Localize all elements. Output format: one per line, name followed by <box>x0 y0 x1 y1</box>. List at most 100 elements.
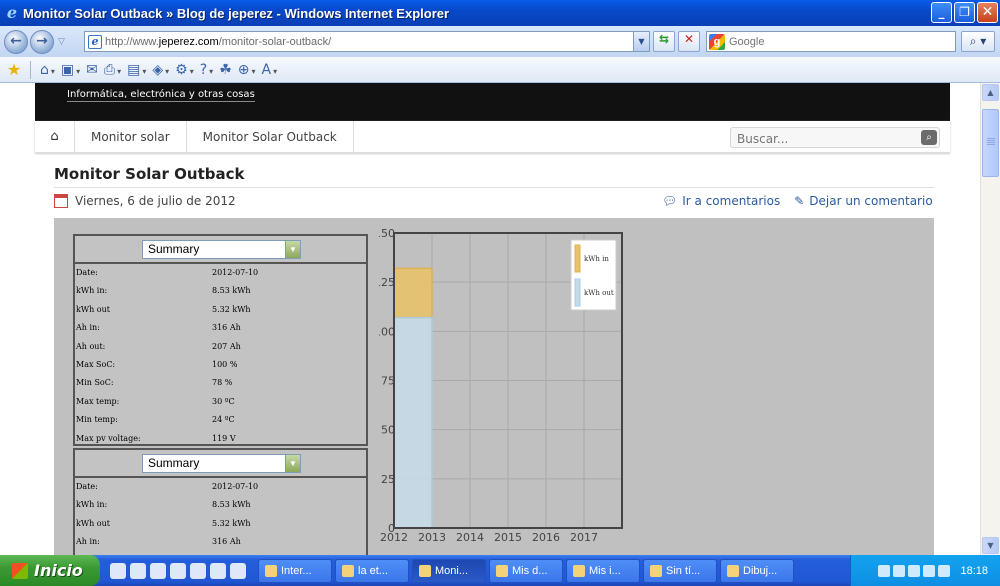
quick-launch-icon[interactable] <box>110 562 126 579</box>
quick-launch-icon[interactable] <box>190 562 206 579</box>
separator <box>30 60 31 79</box>
taskbar-task-button[interactable]: Inter... <box>258 558 332 583</box>
search-icon[interactable]: ⌕ <box>921 130 937 145</box>
breadcrumb-item-monitor-solar-outback[interactable]: Monitor Solar Outback <box>187 120 354 153</box>
taskbar-task-button[interactable]: la et... <box>335 558 409 583</box>
web-page-viewport[interactable]: Informática, electrónica y otras cosas ⌂… <box>0 83 980 555</box>
quick-launch-icon[interactable] <box>150 562 166 579</box>
windows-flag-icon <box>12 562 28 579</box>
chevron-down-icon[interactable]: ▼ <box>285 241 300 258</box>
leave-comment-link[interactable]: ✎ Dejar un comentario <box>794 194 932 208</box>
taskbar-task-button[interactable]: Mis d... <box>489 558 563 583</box>
summary-value: 78 % <box>212 378 233 388</box>
tray-icon[interactable] <box>938 564 951 577</box>
home-icon[interactable]: ⌂ <box>35 120 75 153</box>
summary-row: Max SoC: 100 % <box>75 356 366 374</box>
breadcrumb-item-monitor-solar[interactable]: Monitor solar <box>75 120 187 153</box>
app-icon <box>727 564 739 577</box>
summary-key: Date: <box>76 268 98 277</box>
x-tick-label: 2017 <box>570 531 598 544</box>
google-logo-icon: g <box>709 33 725 50</box>
chevron-down-icon[interactable]: ▼ <box>285 455 300 472</box>
tray-icon[interactable] <box>893 564 906 577</box>
scroll-down-icon[interactable]: ▼ <box>982 537 999 554</box>
feeds-icon[interactable]: ▣ ▾ <box>61 62 80 78</box>
taskbar-task-button[interactable]: Mis i... <box>566 558 640 583</box>
start-button[interactable]: Inicio <box>0 555 100 586</box>
tray-icon[interactable] <box>878 564 891 577</box>
mail-icon[interactable]: ✉ <box>86 62 98 78</box>
go-to-comments-link[interactable]: 💬︎ Ir a comentarios <box>662 194 780 208</box>
taskbar-task-button[interactable]: Moni... <box>412 558 486 583</box>
tools-gear-icon[interactable]: ⚙ ▾ <box>175 62 194 78</box>
maximize-button[interactable]: ❐ <box>954 2 975 23</box>
tray-icon[interactable] <box>908 564 921 577</box>
quick-launch-icon[interactable] <box>170 562 186 579</box>
address-bar[interactable]: e http://www.jeperez.com/monitor-solar-o… <box>84 31 650 52</box>
add-comment-icon: ✎ <box>794 194 805 208</box>
refresh-button[interactable]: ⇆ <box>653 31 675 52</box>
site-search-input[interactable] <box>731 129 911 149</box>
quick-launch-icon[interactable] <box>210 562 226 579</box>
google-search-box[interactable]: g <box>706 31 956 52</box>
legend-swatch <box>574 278 581 307</box>
favorites-star-icon[interactable]: ★ <box>4 60 24 79</box>
summary-value: 8.53 kWh <box>212 286 251 296</box>
forward-button[interactable]: → <box>30 29 54 54</box>
tray-icon[interactable] <box>923 564 936 577</box>
summary-row: Ah in: 316 Ah <box>75 533 366 551</box>
y-tick-label: 25 <box>381 473 395 486</box>
taskbar-task-button[interactable]: Dibuj... <box>720 558 794 583</box>
url-text[interactable]: http://www.jeperez.com/monitor-solar-out… <box>105 36 331 48</box>
help-icon[interactable]: ? ▾ <box>200 62 213 78</box>
chart-svg: 0255075100125150201220132014201520162017… <box>374 227 623 544</box>
zoom-icon[interactable]: ⊕ ▾ <box>238 62 256 78</box>
summary-select[interactable]: Summary ▼ <box>142 240 301 259</box>
minimize-button[interactable]: _ <box>931 2 952 23</box>
quick-launch-icon[interactable] <box>130 562 146 579</box>
summary-row: Max pv voltage: 119 V <box>75 430 366 448</box>
summary-value: 316 Ah <box>212 323 241 333</box>
translate-icon[interactable]: A ▾ <box>262 62 278 78</box>
safety-icon[interactable]: ◈ ▾ <box>152 62 169 78</box>
summary-key: Ah out: <box>76 341 106 351</box>
taskbar-task-button[interactable]: Sin tí... <box>643 558 717 583</box>
summary-row: kWh in: 8.53 kWh <box>75 282 366 300</box>
quick-launch-icon[interactable] <box>230 562 246 579</box>
scroll-up-icon[interactable]: ▲ <box>982 84 999 101</box>
title-bar: e Monitor Solar Outback » Blog de jepere… <box>0 0 1000 26</box>
summary-key: Min SoC: <box>76 378 114 388</box>
legend-label: kWh out <box>584 289 614 297</box>
close-button[interactable]: ✕ <box>977 2 998 23</box>
clock: 18:18 <box>960 564 988 577</box>
summary-select[interactable]: Summary ▼ <box>142 454 301 473</box>
task-label: Inter... <box>281 564 312 577</box>
calendar-icon <box>54 194 68 208</box>
app-icon <box>650 564 662 577</box>
app-icon <box>573 564 585 577</box>
back-button[interactable]: ← <box>4 29 28 54</box>
home-icon[interactable]: ⌂ ▾ <box>40 62 55 78</box>
x-tick-label: 2012 <box>380 531 408 544</box>
scroll-thumb[interactable] <box>982 109 999 177</box>
search-go-button[interactable]: ⌕ ▾ <box>961 31 995 52</box>
summary-row: Ah in: 316 Ah <box>75 319 366 337</box>
y-tick-label: 50 <box>381 424 395 437</box>
task-buttons: Inter... la et... Moni... Mis d... Mis i... S… <box>258 558 794 583</box>
page-menu-icon[interactable]: ▤ ▾ <box>127 62 146 78</box>
y-tick-label: 150 <box>379 227 395 240</box>
history-dropdown-icon[interactable]: ▽ <box>58 37 65 47</box>
summary-value: 119 V <box>212 433 236 443</box>
research-icon[interactable]: ☘ <box>219 62 232 78</box>
vertical-scrollbar[interactable]: ▲ ▼ <box>980 83 1000 555</box>
app-icon <box>496 564 508 577</box>
google-search-input[interactable] <box>729 35 929 48</box>
task-label: la et... <box>358 564 388 577</box>
summary-row: kWh out 5.32 kWh <box>75 515 366 533</box>
address-dropdown-icon[interactable]: ▼ <box>633 32 649 51</box>
summary-value: 24 ºC <box>212 415 235 425</box>
task-label: Dibuj... <box>743 564 778 577</box>
summary-value: 2012-07-10 <box>212 268 259 277</box>
print-icon[interactable]: ⎙ ▾ <box>104 62 121 78</box>
stop-button[interactable]: ✕ <box>678 31 700 52</box>
